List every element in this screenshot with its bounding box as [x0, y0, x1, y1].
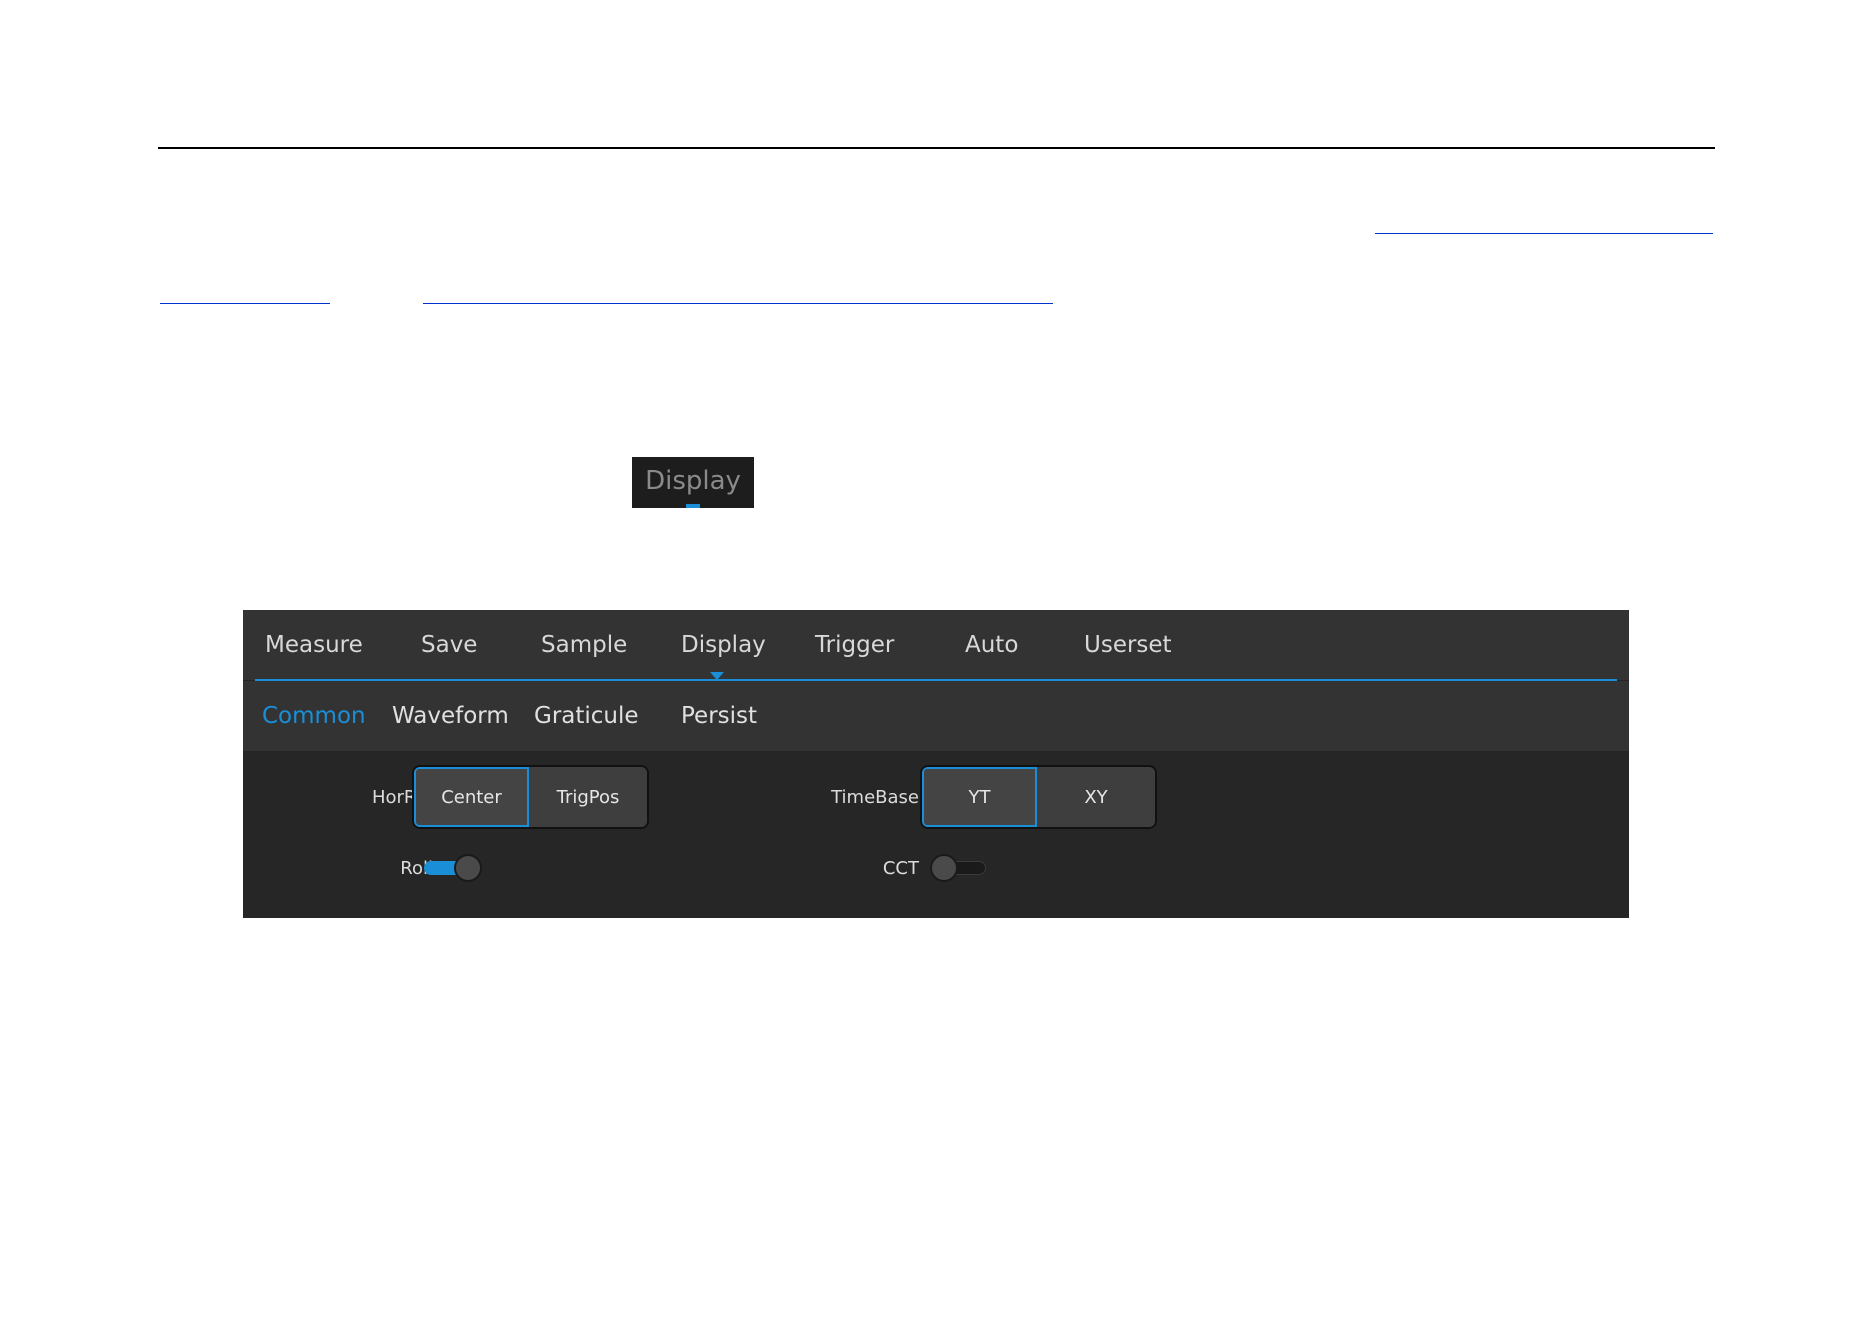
horref-center-button[interactable]: Center: [414, 767, 529, 827]
main-menu-bar: Measure Save Sample Display Trigger Auto…: [243, 610, 1629, 680]
display-menu-chip: Display: [632, 457, 754, 508]
tab-display[interactable]: Display: [681, 632, 766, 658]
tab-save[interactable]: Save: [421, 632, 477, 658]
timebase-yt-button[interactable]: YT: [922, 767, 1037, 827]
tab-auto[interactable]: Auto: [965, 632, 1018, 658]
cct-label: CCT: [882, 858, 919, 879]
link-underline: [1375, 233, 1713, 234]
active-indicator: [686, 504, 700, 508]
tab-trigger[interactable]: Trigger: [815, 632, 894, 658]
display-settings-panel: Measure Save Sample Display Trigger Auto…: [243, 610, 1629, 918]
display-chip-label: Display: [645, 465, 741, 496]
horref-trigpos-button[interactable]: TrigPos: [529, 767, 647, 827]
timebase-label: TimeBase: [831, 787, 919, 808]
tab-userset[interactable]: Userset: [1084, 632, 1172, 658]
cct-toggle[interactable]: [930, 854, 988, 882]
tab-sample[interactable]: Sample: [541, 632, 627, 658]
subtab-graticule[interactable]: Graticule: [534, 703, 639, 729]
toggle-knob: [930, 854, 958, 882]
subtab-common[interactable]: Common: [262, 703, 366, 729]
toggle-knob: [454, 854, 482, 882]
roll-label: Roll: [400, 858, 433, 879]
subtab-waveform[interactable]: Waveform: [392, 703, 509, 729]
sub-menu-bar: Common Waveform Graticule Persist: [243, 681, 1629, 751]
timebase-segmented-control: YT XY: [922, 767, 1155, 827]
horref-segmented-control: Center TrigPos: [414, 767, 647, 827]
timebase-xy-button[interactable]: XY: [1037, 767, 1155, 827]
page-top-rule: [158, 147, 1715, 149]
roll-toggle[interactable]: [424, 854, 482, 882]
link-underline: [423, 303, 1053, 304]
subtab-persist[interactable]: Persist: [681, 703, 757, 729]
link-underline: [160, 303, 330, 304]
tab-measure[interactable]: Measure: [265, 632, 363, 658]
